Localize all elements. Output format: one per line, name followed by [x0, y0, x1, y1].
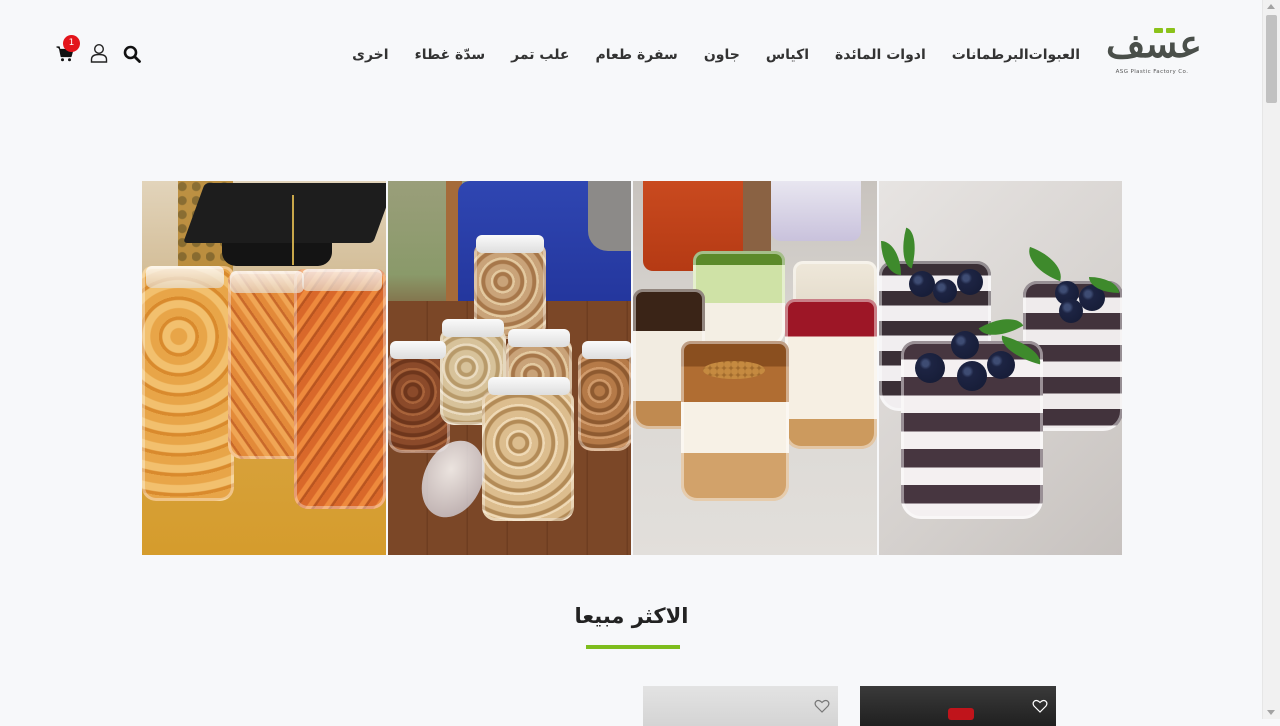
scrollbar-thumb[interactable]: [1266, 15, 1277, 103]
nav-item-other[interactable]: اخرى: [352, 47, 388, 63]
nav-item-packaging[interactable]: العبوات: [1029, 47, 1080, 63]
nav-item-tableware[interactable]: ادوات المائدة: [835, 47, 926, 63]
search-icon[interactable]: [123, 45, 141, 63]
main-nav: العبوات البرطمانات ادوات المائدة اكياس ج…: [326, 44, 1080, 66]
nav-item-jars[interactable]: البرطمانات: [952, 47, 1029, 63]
hero-gallery: [142, 181, 1122, 555]
user-icon[interactable]: [90, 43, 108, 63]
nav-item-bags[interactable]: اكياس: [766, 47, 809, 63]
page-scrollbar[interactable]: [1262, 0, 1280, 719]
product-card[interactable]: [860, 686, 1056, 726]
nav-item-date-boxes[interactable]: علب تمر: [511, 47, 569, 63]
hero-image-nuts[interactable]: [387, 181, 631, 555]
scroll-up-arrow-icon[interactable]: [1267, 4, 1275, 9]
heart-icon[interactable]: [1032, 698, 1048, 714]
nav-item-cap-plugs[interactable]: سدّة غطاء: [415, 47, 486, 63]
logo[interactable]: عسف ASG Plastic Factory Co.: [1106, 21, 1202, 80]
hero-image-desserts[interactable]: [633, 181, 877, 555]
site-header: عسف ASG Plastic Factory Co. العبوات البر…: [0, 0, 1263, 110]
cart-count-badge[interactable]: 1: [63, 35, 80, 52]
section-title-best-sellers: الاكثر مبيعا: [574, 604, 689, 628]
scroll-down-arrow-icon[interactable]: [1267, 710, 1275, 715]
logo-subtitle: ASG Plastic Factory Co.: [1115, 69, 1189, 75]
hero-image-blueberry[interactable]: [878, 181, 1122, 555]
nav-item-food-tablecloth[interactable]: سفرة طعام: [596, 47, 678, 63]
hero-image-snacks[interactable]: [142, 181, 386, 555]
nav-item-bins[interactable]: جاون: [704, 47, 740, 63]
logo-text: عسف: [1106, 21, 1202, 66]
product-card[interactable]: [643, 686, 838, 726]
heart-icon[interactable]: [814, 698, 830, 714]
title-underline: [586, 645, 680, 649]
